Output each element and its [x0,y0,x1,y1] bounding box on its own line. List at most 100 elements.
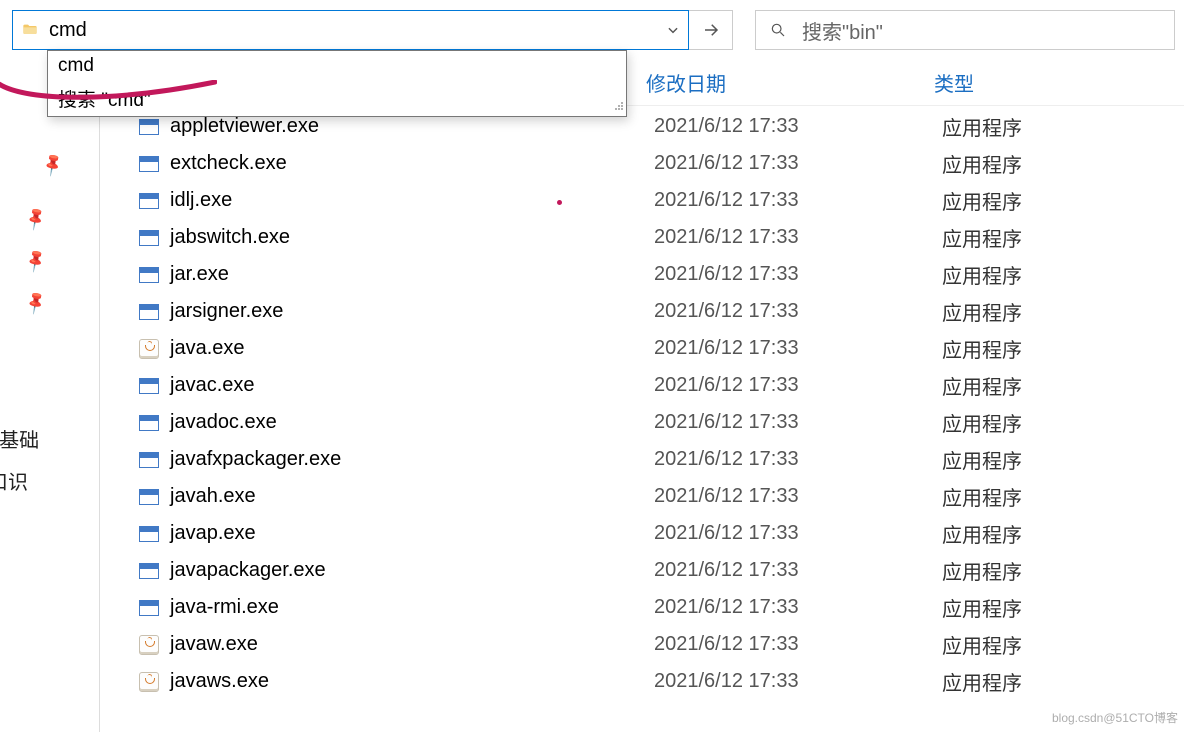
sidebar-text-1[interactable]: 5基础 [0,420,39,462]
table-row[interactable]: javaw.exe 2021/6/12 17:33应用程序 [100,626,1184,663]
file-date: 2021/6/12 17:33 [654,559,942,582]
address-input[interactable] [49,19,658,42]
table-row[interactable]: java.exe 2021/6/12 17:33应用程序 [100,330,1184,367]
file-type: 应用程序 [942,149,1184,178]
file-name: idlj.exe [170,189,232,212]
file-list-pane: 名称 修改日期 类型 appletviewer.exe2021/6/12 17:… [100,60,1184,732]
file-date: 2021/6/12 17:33 [654,152,942,175]
pin-icon: 📌 [22,277,67,317]
application-icon [138,153,160,175]
file-name: java-rmi.exe [170,596,279,619]
dropdown-item-cmd[interactable]: cmd [48,51,626,81]
table-row[interactable]: javap.exe 2021/6/12 17:33应用程序 [100,515,1184,552]
table-row[interactable]: javafxpackager.exe 2021/6/12 17:33应用程序 [100,441,1184,478]
file-name: java.exe [170,337,245,360]
file-name: javac.exe [170,374,255,397]
application-icon [138,190,160,212]
file-date: 2021/6/12 17:33 [654,226,942,249]
table-row[interactable]: javah.exe 2021/6/12 17:33应用程序 [100,478,1184,515]
pin-icon: 📌 [22,150,67,190]
application-icon [138,486,160,508]
dropdown-item-search[interactable]: 搜索 "cmd" [48,81,626,116]
file-type: 应用程序 [942,556,1184,585]
file-date: 2021/6/12 17:33 [654,485,942,508]
application-icon [138,375,160,397]
java-icon [138,634,160,656]
watermark: blog.csdn@51CTO博客 [1052,709,1178,726]
column-header-type[interactable]: 类型 [934,68,1184,97]
file-name: javaws.exe [170,670,269,693]
table-row[interactable]: idlj.exe2021/6/12 17:33应用程序 [100,182,1184,219]
file-date: 2021/6/12 17:33 [654,633,942,656]
column-header-date[interactable]: 修改日期 [646,68,934,97]
application-icon [138,116,160,138]
chevron-down-icon [666,23,680,37]
file-type: 应用程序 [942,667,1184,696]
file-name: javap.exe [170,522,256,545]
annotation-dot [557,200,562,205]
file-type: 应用程序 [942,482,1184,511]
file-date: 2021/6/12 17:33 [654,300,942,323]
file-date: 2021/6/12 17:33 [654,411,942,434]
go-button[interactable] [689,10,733,50]
file-name: javafxpackager.exe [170,448,341,471]
file-type: 应用程序 [942,408,1184,437]
file-type: 应用程序 [942,630,1184,659]
address-bar[interactable] [12,10,689,50]
sidebar: 📌 📌 📌 📌 5基础 口识 [0,60,100,732]
file-date: 2021/6/12 17:33 [654,596,942,619]
file-name: appletviewer.exe [170,115,319,138]
file-name: jabswitch.exe [170,226,290,249]
application-icon [138,597,160,619]
table-row[interactable]: javac.exe 2021/6/12 17:33应用程序 [100,367,1184,404]
file-type: 应用程序 [942,297,1184,326]
file-type: 应用程序 [942,519,1184,548]
file-date: 2021/6/12 17:33 [654,374,942,397]
table-row[interactable]: jar.exe 2021/6/12 17:33应用程序 [100,256,1184,293]
pin-icon: 📌 [22,193,67,233]
java-icon [138,338,160,360]
search-icon [770,22,786,38]
application-icon [138,264,160,286]
address-dropdown: cmd 搜索 "cmd" [47,50,627,117]
file-name: javapackager.exe [170,559,326,582]
file-type: 应用程序 [942,112,1184,141]
java-icon [138,671,160,693]
application-icon [138,560,160,582]
file-type: 应用程序 [942,223,1184,252]
table-row[interactable]: jarsigner.exe 2021/6/12 17:33应用程序 [100,293,1184,330]
file-name: javadoc.exe [170,411,277,434]
application-icon [138,412,160,434]
file-type: 应用程序 [942,371,1184,400]
application-icon [138,449,160,471]
file-date: 2021/6/12 17:33 [654,263,942,286]
file-type: 应用程序 [942,260,1184,289]
sidebar-text-2[interactable]: 口识 [0,462,39,504]
folder-icon [21,22,39,38]
file-name: jarsigner.exe [170,300,283,323]
file-type: 应用程序 [942,334,1184,363]
search-box[interactable]: 搜索"bin" [755,10,1175,50]
file-date: 2021/6/12 17:33 [654,337,942,360]
file-date: 2021/6/12 17:33 [654,189,942,212]
file-name: jar.exe [170,263,229,286]
address-history-button[interactable] [658,11,688,49]
application-icon [138,301,160,323]
table-row[interactable]: javapackager.exe 2021/6/12 17:33应用程序 [100,552,1184,589]
file-date: 2021/6/12 17:33 [654,670,942,693]
table-row[interactable]: jabswitch.exe 2021/6/12 17:33应用程序 [100,219,1184,256]
table-row[interactable]: java-rmi.exe 2021/6/12 17:33应用程序 [100,589,1184,626]
file-name: javaw.exe [170,633,258,656]
file-date: 2021/6/12 17:33 [654,115,942,138]
table-row[interactable]: extcheck.exe2021/6/12 17:33应用程序 [100,145,1184,182]
pin-icon: 📌 [22,235,67,275]
application-icon [138,227,160,249]
file-date: 2021/6/12 17:33 [654,522,942,545]
file-date: 2021/6/12 17:33 [654,448,942,471]
table-row[interactable]: javaws.exe 2021/6/12 17:33应用程序 [100,663,1184,700]
file-type: 应用程序 [942,445,1184,474]
file-type: 应用程序 [942,593,1184,622]
application-icon [138,523,160,545]
table-row[interactable]: javadoc.exe 2021/6/12 17:33应用程序 [100,404,1184,441]
file-name: javah.exe [170,485,256,508]
